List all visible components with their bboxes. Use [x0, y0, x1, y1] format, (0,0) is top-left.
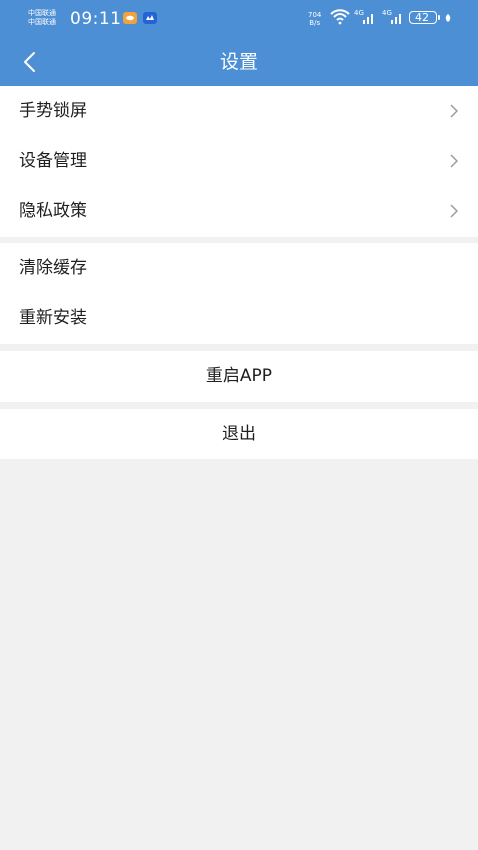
battery-cap — [438, 15, 440, 20]
status-bar: 中国联通 中国联通 09:11 704 B/s 4G 4G 42 — [0, 0, 478, 38]
logout-button[interactable]: 退出 — [0, 409, 478, 459]
signal-bars-icon — [363, 14, 373, 24]
top-app-bar: 中国联通 中国联通 09:11 704 B/s 4G 4G 42 设置 — [0, 0, 478, 86]
setting-item-label: 隐私政策 — [19, 201, 87, 221]
setting-item-label: 手势锁屏 — [19, 101, 87, 121]
leaf-icon — [445, 14, 451, 22]
page-title: 设置 — [219, 51, 258, 73]
setting-item-privacy-policy[interactable]: 隐私政策 — [0, 186, 478, 236]
network-speed-value: 704 — [308, 11, 322, 19]
battery-level: 42 — [415, 11, 429, 24]
setting-item-label: 重新安装 — [19, 308, 87, 328]
settings-section-main: 手势锁屏 设备管理 隐私政策 — [0, 86, 478, 237]
chevron-right-icon — [450, 204, 458, 218]
network-speed: 704 B/s — [308, 11, 321, 27]
notification-message-icon — [143, 12, 157, 24]
network-speed-unit: B/s — [309, 19, 321, 27]
wifi-icon — [330, 9, 350, 25]
signal-bars-icon — [391, 14, 401, 24]
setting-item-gesture-lock[interactable]: 手势锁屏 — [0, 86, 478, 136]
carrier-info: 中国联通 中国联通 — [28, 9, 56, 27]
status-time: 09:11 — [70, 9, 122, 29]
setting-item-clear-cache[interactable]: 清除缓存 — [0, 243, 478, 293]
chevron-right-icon — [450, 154, 458, 168]
carrier-2: 中国联通 — [28, 18, 56, 26]
restart-section: 重启APP — [0, 351, 478, 402]
setting-item-label: 设备管理 — [19, 151, 87, 171]
settings-section-maintenance: 清除缓存 重新安装 — [0, 243, 478, 344]
setting-item-label: 清除缓存 — [19, 258, 87, 278]
logout-section: 退出 — [0, 409, 478, 459]
setting-item-device-management[interactable]: 设备管理 — [0, 136, 478, 186]
restart-app-button[interactable]: 重启APP — [0, 351, 478, 401]
carrier-1: 中国联通 — [28, 9, 56, 17]
battery-icon: 42 — [409, 11, 437, 24]
chevron-right-icon — [450, 104, 458, 118]
notification-app-icon — [123, 12, 137, 24]
setting-item-reinstall[interactable]: 重新安装 — [0, 293, 478, 343]
